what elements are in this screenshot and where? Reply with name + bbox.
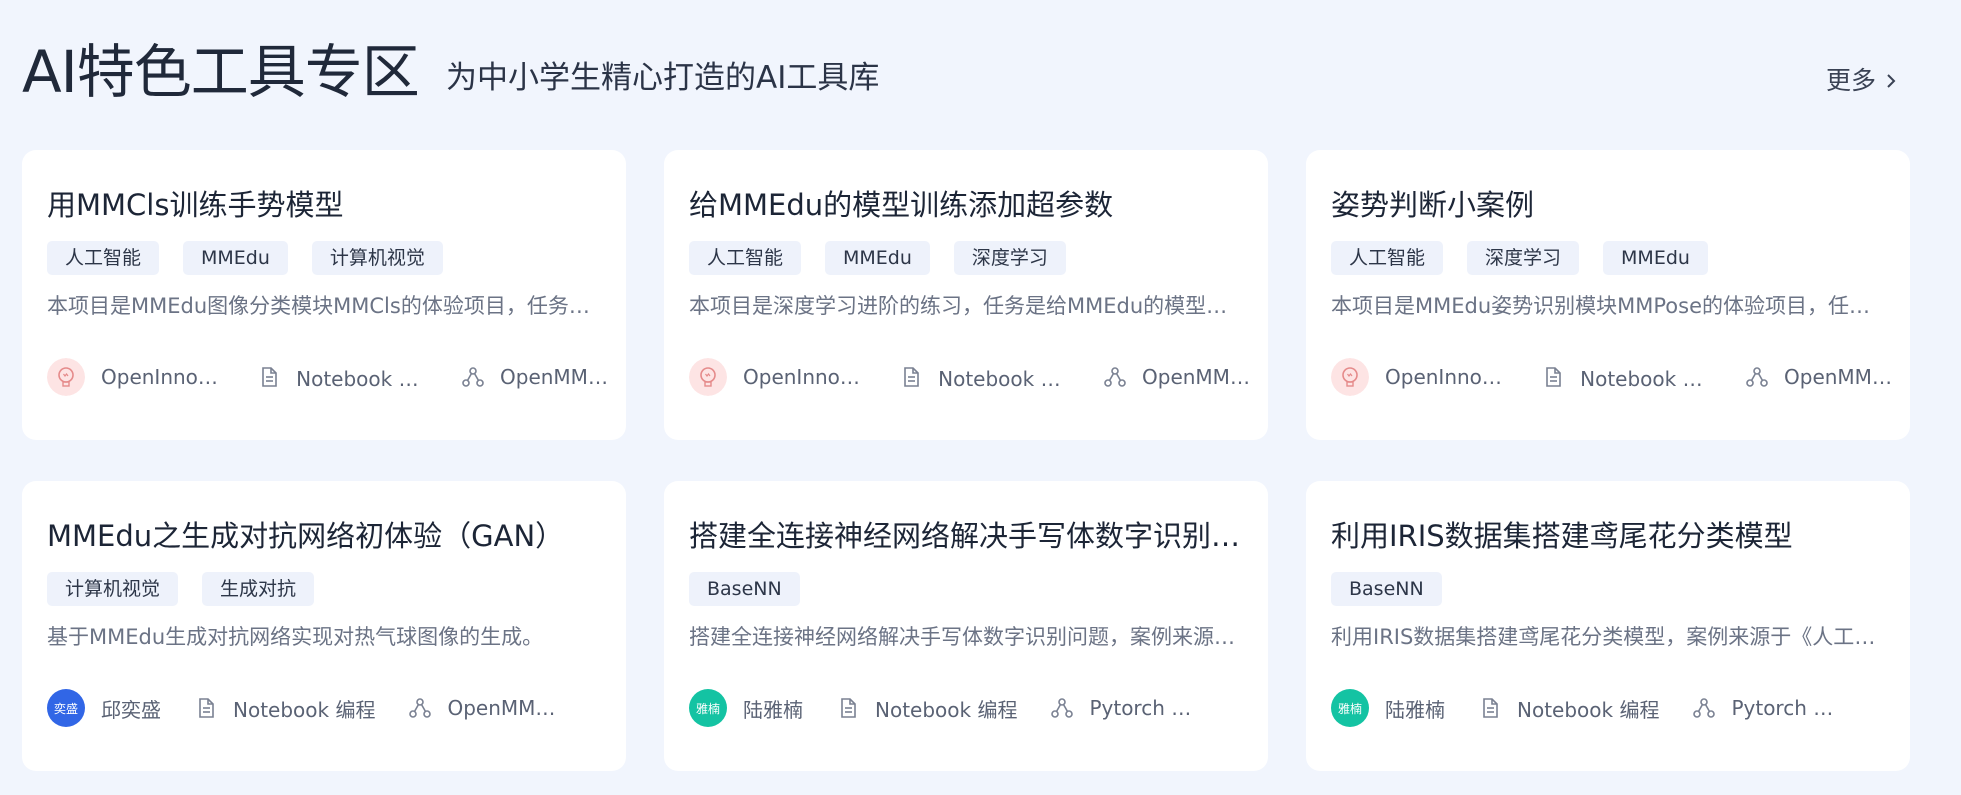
card-description: 本项目是MMEdu图像分类模块MMCls的体验项目，任务是训练一个手势识别模型 (47, 294, 597, 318)
document-icon (1479, 697, 1501, 719)
framework-icon (1746, 366, 1768, 388)
author-name[interactable]: 邱奕盛 (101, 694, 161, 723)
avatar: 雅楠 (1331, 689, 1369, 727)
tag[interactable]: 人工智能 (47, 241, 160, 275)
document-icon (258, 366, 280, 388)
framework-name: OpenMMLab (500, 365, 610, 389)
tag-list: 计算机视觉 生成对抗 (47, 572, 315, 606)
document-icon (195, 697, 217, 719)
card-title[interactable]: 搭建全连接神经网络解决手写体数字识别问题 (689, 515, 1249, 557)
framework-name: OpenMMLab (447, 696, 557, 720)
framework-icon (1051, 697, 1074, 719)
tag[interactable]: 人工智能 (1331, 241, 1444, 275)
avatar: 奕盛 (47, 689, 85, 727)
project-type: Notebook 编程 (875, 697, 1018, 722)
framework-name: OpenMMLab (1784, 365, 1894, 389)
project-card[interactable]: 利用IRIS数据集搭建鸢尾花分类模型 BaseNN 利用IRIS数据集搭建鸢尾花… (1306, 481, 1910, 771)
author-name[interactable]: OpenInnoLab (743, 365, 866, 389)
more-link[interactable]: 更多 (1826, 60, 1900, 102)
project-type: Notebook 编程 (233, 697, 376, 722)
tag[interactable]: 深度学习 (1467, 241, 1580, 275)
project-type: Notebook 编程 (1517, 697, 1660, 722)
tag[interactable]: 生成对抗 (202, 572, 315, 606)
card-description: 本项目是MMEdu姿势识别模块MMPose的体验项目，任务是判断人体姿势 (1331, 294, 1881, 318)
tag[interactable]: MMEdu (183, 241, 288, 275)
card-title[interactable]: 用MMCls训练手势模型 (47, 184, 607, 226)
avatar (689, 358, 727, 396)
tag[interactable]: BaseNN (689, 572, 800, 606)
chevron-right-icon (1887, 74, 1896, 88)
framework-icon (1693, 697, 1716, 719)
document-icon (900, 366, 922, 388)
card-meta: 奕盛 邱奕盛 Notebook 编程 OpenMMLab (47, 689, 610, 727)
project-type: Notebook 编程 (938, 366, 1070, 391)
tag[interactable]: MMEdu (825, 241, 930, 275)
author-name[interactable]: 陆雅楠 (743, 694, 803, 723)
author-name[interactable]: 陆雅楠 (1385, 694, 1445, 723)
project-type: Notebook 编程 (1580, 366, 1712, 391)
document-icon (1542, 366, 1564, 388)
project-card[interactable]: 姿势判断小案例 人工智能 深度学习 MMEdu 本项目是MMEdu姿势识别模块MMP… (1306, 150, 1910, 440)
tag-list: 人工智能 MMEdu 计算机视觉 (47, 241, 443, 275)
tag-list: BaseNN (1331, 572, 1442, 606)
section-subtitle: 为中小学生精心打造的AI工具库 (446, 60, 880, 96)
card-meta: OpenInnoLab Notebook 编程 OpenMMLab (47, 358, 610, 396)
tag-list: BaseNN (689, 572, 800, 606)
card-description: 利用IRIS数据集搭建鸢尾花分类模型，案例来源于《人工智能初步》教材 (1331, 625, 1881, 649)
framework-name: Pytorch 1.x (1731, 696, 1842, 720)
tag-list: 人工智能 MMEdu 深度学习 (689, 241, 1066, 275)
card-title[interactable]: MMEdu之生成对抗网络初体验（GAN） (47, 515, 607, 557)
avatar (47, 358, 85, 396)
tag[interactable]: BaseNN (1331, 572, 1442, 606)
section-title: AI特色工具专区 (22, 38, 420, 106)
project-card[interactable]: MMEdu之生成对抗网络初体验（GAN） 计算机视觉 生成对抗 基于MMEdu生成… (22, 481, 626, 771)
framework-icon (1104, 366, 1126, 388)
avatar (1331, 358, 1369, 396)
card-title[interactable]: 给MMEdu的模型训练添加超参数 (689, 184, 1249, 226)
project-type: Notebook 编程 (296, 366, 428, 391)
card-description: 基于MMEdu生成对抗网络实现对热气球图像的生成。 (47, 625, 544, 649)
card-title[interactable]: 利用IRIS数据集搭建鸢尾花分类模型 (1331, 515, 1891, 557)
card-title[interactable]: 姿势判断小案例 (1331, 184, 1891, 226)
avatar: 雅楠 (689, 689, 727, 727)
framework-icon (409, 697, 432, 719)
framework-name: Pytorch 1.x (1089, 696, 1200, 720)
tag[interactable]: MMEdu (1603, 241, 1708, 275)
author-name[interactable]: OpenInnoLab (1385, 365, 1508, 389)
section-header: AI特色工具专区 为中小学生精心打造的AI工具库 更多 (22, 28, 1961, 118)
project-card[interactable]: 用MMCls训练手势模型 人工智能 MMEdu 计算机视觉 本项目是MMEdu图像分… (22, 150, 626, 440)
card-meta: OpenInnoLab Notebook 编程 OpenMMLab (689, 358, 1252, 396)
card-description: 本项目是深度学习进阶的练习，任务是给MMEdu的模型训练添加超参数 (689, 294, 1239, 318)
tag[interactable]: 计算机视觉 (47, 572, 179, 606)
framework-icon (462, 366, 484, 388)
project-card[interactable]: 搭建全连接神经网络解决手写体数字识别问题 BaseNN 搭建全连接神经网络解决手… (664, 481, 1268, 771)
tag[interactable]: 人工智能 (689, 241, 802, 275)
card-meta: 雅楠 陆雅楠 Notebook 编程 Pytorch 1.x (689, 689, 1252, 727)
author-name[interactable]: OpenInnoLab (101, 365, 224, 389)
tag-list: 人工智能 深度学习 MMEdu (1331, 241, 1708, 275)
card-meta: OpenInnoLab Notebook 编程 OpenMMLab (1331, 358, 1894, 396)
card-description: 搭建全连接神经网络解决手写体数字识别问题，案例来源于手写体数字数据集 (689, 625, 1239, 649)
more-label: 更多 (1826, 66, 1877, 95)
tag[interactable]: 计算机视觉 (311, 241, 443, 275)
tag[interactable]: 深度学习 (953, 241, 1066, 275)
card-meta: 雅楠 陆雅楠 Notebook 编程 Pytorch 1.x (1331, 689, 1894, 727)
document-icon (837, 697, 859, 719)
project-card[interactable]: 给MMEdu的模型训练添加超参数 人工智能 MMEdu 深度学习 本项目是深度学习进… (664, 150, 1268, 440)
framework-name: OpenMMLab (1142, 365, 1252, 389)
